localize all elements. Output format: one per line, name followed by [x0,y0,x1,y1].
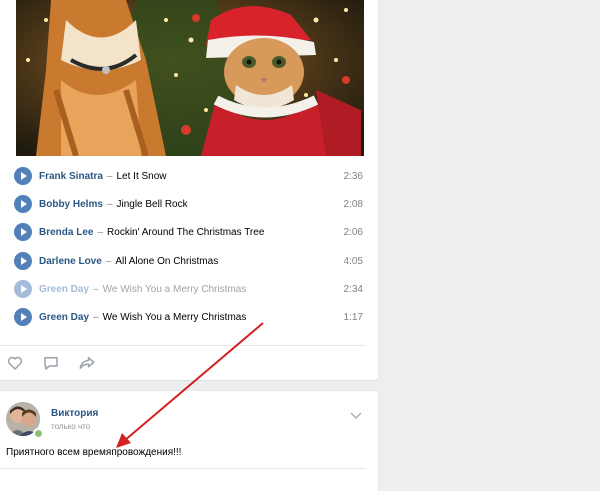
play-icon[interactable] [14,167,32,185]
play-icon[interactable] [14,279,32,298]
track-title: We Wish You a Merry Christmas [102,283,247,295]
track-title: Rockin' Around The Christmas Tree [107,227,265,239]
track-artist[interactable]: Darlene Love [39,256,102,267]
play-icon[interactable] [14,251,32,270]
track-title: Let It Snow [116,171,167,182]
track-title: All Alone On Christmas [115,255,219,267]
track-separator: – [106,171,113,182]
share-icon[interactable] [78,354,96,372]
cats-photo-illustration [16,0,364,156]
track-separator: – [97,227,104,239]
track-duration: 4:05 [343,255,363,267]
post-card-text: Виктория только что Приятного всем время… [0,391,378,491]
post-time[interactable]: только что [51,422,90,431]
playlist-track[interactable]: Darlene Love – All Alone On Christmas 4:05 [0,247,378,275]
play-icon[interactable] [14,307,32,326]
track-separator: – [106,199,113,211]
post-text: Приятного всем времяпровождения!!! [6,447,182,458]
playlist-track[interactable]: Frank Sinatra – Let It Snow 2:36 [0,162,378,190]
playlist-track[interactable]: Green Day – We Wish You a Merry Christmas … [0,303,378,331]
playlist-track[interactable]: Brenda Lee – Rockin' Around The Christmas … [0,218,378,246]
post-divider [0,468,366,469]
track-artist[interactable]: Green Day [39,312,89,323]
track-artist[interactable]: Frank Sinatra [39,171,103,182]
track-title: We Wish You a Merry Christmas [102,311,247,323]
track-duration: 2:06 [343,227,363,239]
post-photo-christmas-cats[interactable] [16,0,364,156]
track-artist[interactable]: Green Day [39,284,89,295]
chevron-down-icon[interactable] [350,407,362,425]
track-duration: 1:17 [343,311,363,323]
post-card-music: Frank Sinatra – Let It Snow 2:36 Bobby Hel… [0,0,378,380]
track-duration: 2:34 [343,283,363,295]
online-indicator [33,428,44,439]
play-icon[interactable] [14,195,32,214]
track-artist[interactable]: Brenda Lee [39,227,93,238]
track-separator: – [105,255,112,267]
play-icon[interactable] [14,223,32,242]
track-title: Jingle Bell Rock [116,199,188,211]
post-author[interactable]: Виктория [51,408,98,419]
playlist-track-unavailable[interactable]: Green Day – We Wish You a Merry Christmas … [0,275,378,303]
post-divider [0,345,366,346]
track-artist[interactable]: Bobby Helms [39,199,103,210]
playlist-track[interactable]: Bobby Helms – Jingle Bell Rock 2:08 [0,190,378,218]
comment-icon[interactable] [42,354,60,372]
track-duration: 2:08 [343,199,363,211]
track-duration: 2:36 [343,171,363,182]
track-separator: – [93,311,99,323]
heart-icon[interactable] [6,354,24,372]
audio-playlist: Frank Sinatra – Let It Snow 2:36 Bobby Hel… [0,162,378,331]
track-separator: – [93,283,99,295]
post-actions [6,354,96,372]
